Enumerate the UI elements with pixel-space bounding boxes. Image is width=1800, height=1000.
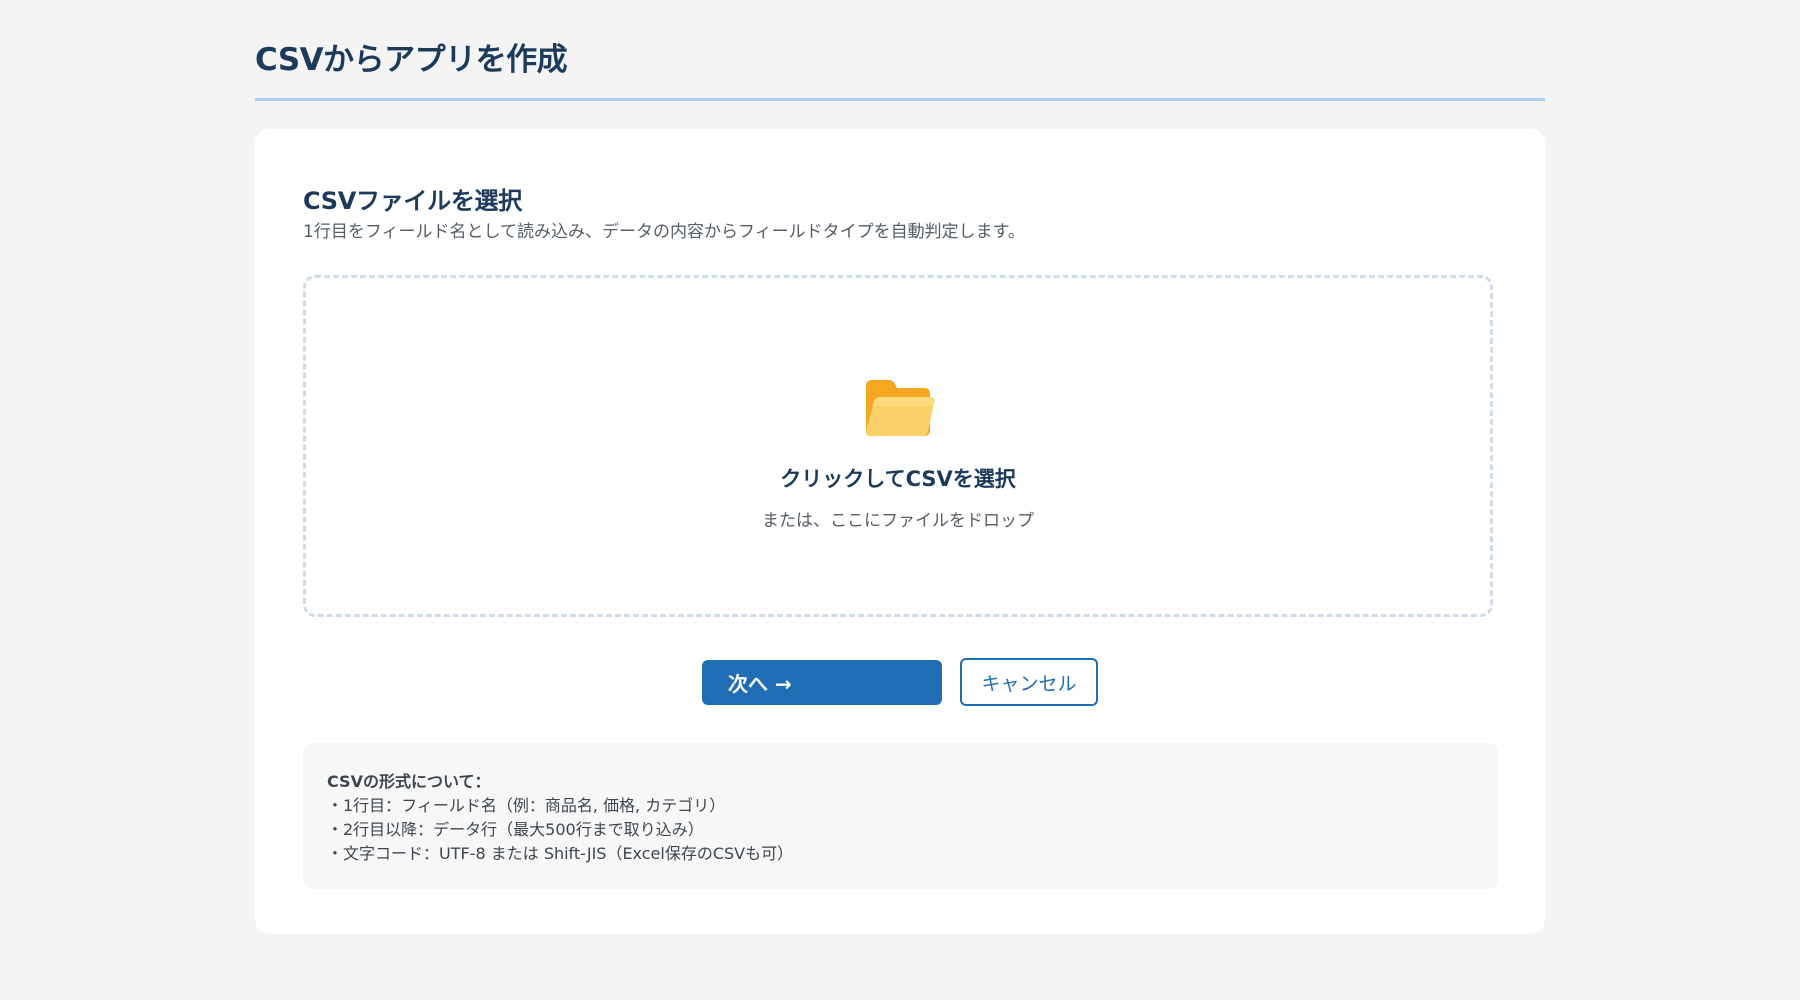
info-line: ・1行目：フィールド名（例：商品名, 価格, カテゴリ） [327,796,726,815]
info-line: ・文字コード：UTF-8 または Shift-JIS（Excel保存のCSVも可… [327,844,794,863]
section-description: 1行目をフィールド名として読み込み、データの内容からフィールドタイプを自動判定し… [303,222,1025,242]
page-title: CSVからアプリを作成 [255,42,568,78]
csv-format-info: CSVの形式について： ・1行目：フィールド名（例：商品名, 価格, カテゴリ）… [303,743,1498,889]
csv-upload-card: CSVファイルを選択 1行目をフィールド名として読み込み、データの内容からフィー… [255,129,1545,934]
folder-open-icon [862,376,936,440]
cancel-button[interactable]: キャンセル [960,658,1098,706]
folder-open-icon-graphic [865,380,935,436]
info-title: CSVの形式について： [327,772,491,791]
info-line: ・2行目以降：データ行（最大500行まで取り込み） [327,820,704,839]
section-title: CSVファイルを選択 [303,187,522,215]
next-button[interactable]: 次へ → [702,660,942,705]
page-header: CSVからアプリを作成 [255,36,1545,101]
page: CSVからアプリを作成 CSVファイルを選択 1行目をフィールド名として読み込み… [0,0,1800,1000]
csv-dropzone[interactable]: クリックしてCSVを選択 または、ここにファイルをドロップ [303,275,1493,617]
dropzone-subtitle: または、ここにファイルをドロップ [762,511,1034,531]
dropzone-title: クリックしてCSVを選択 [780,467,1016,491]
